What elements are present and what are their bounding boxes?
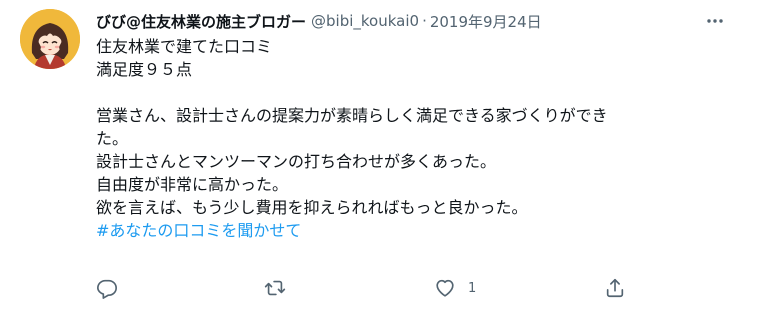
header-separator: · xyxy=(422,12,427,30)
retweet-button[interactable] xyxy=(264,274,298,302)
user-handle[interactable]: @bibi_koukai0 xyxy=(311,12,419,30)
reply-icon xyxy=(97,279,117,299)
share-icon xyxy=(606,278,624,298)
tweet-date[interactable]: 2019年9月24日 xyxy=(430,11,542,32)
action-bar: 1 xyxy=(86,274,646,302)
heart-icon xyxy=(436,279,454,297)
more-options-button[interactable] xyxy=(703,9,727,33)
tweet-line: 住友林業で建てた口コミ xyxy=(96,37,273,56)
tweet-line: た。 xyxy=(96,129,129,148)
avatar[interactable] xyxy=(20,9,80,69)
tweet-line: 営業さん、設計士さんの提案力が素晴らしく満足できる家づくりができ xyxy=(96,106,608,125)
hashtag-link[interactable]: #あなたの口コミを聞かせて xyxy=(96,219,736,242)
more-icon xyxy=(707,19,723,23)
share-button[interactable] xyxy=(604,274,638,302)
tweet-header: びび@住友林業の施主ブロガー @bibi_koukai0 · 2019年9月24… xyxy=(96,10,542,32)
like-count: 1 xyxy=(468,280,477,296)
like-button[interactable]: 1 xyxy=(434,274,476,302)
retweet-icon xyxy=(264,280,286,296)
tweet-line: 欲を言えば、もう少し費用を抑えられればもっと良かった。 xyxy=(96,198,528,217)
display-name[interactable]: びび@住友林業の施主ブロガー xyxy=(96,11,306,32)
tweet-card[interactable]: びび@住友林業の施主ブロガー @bibi_koukai0 · 2019年9月24… xyxy=(0,0,757,311)
avatar-illustration xyxy=(20,9,80,69)
tweet-line: 満足度９５点 xyxy=(96,60,193,79)
reply-button[interactable] xyxy=(96,274,130,302)
tweet-line: 自由度が非常に高かった。 xyxy=(96,175,289,194)
tweet-line: 設計士さんとマンツーマンの打ち合わせが多くあった。 xyxy=(96,152,497,171)
tweet-text: 住友林業で建てた口コミ 満足度９５点 営業さん、設計士さんの提案力が素晴らしく満… xyxy=(96,35,736,242)
